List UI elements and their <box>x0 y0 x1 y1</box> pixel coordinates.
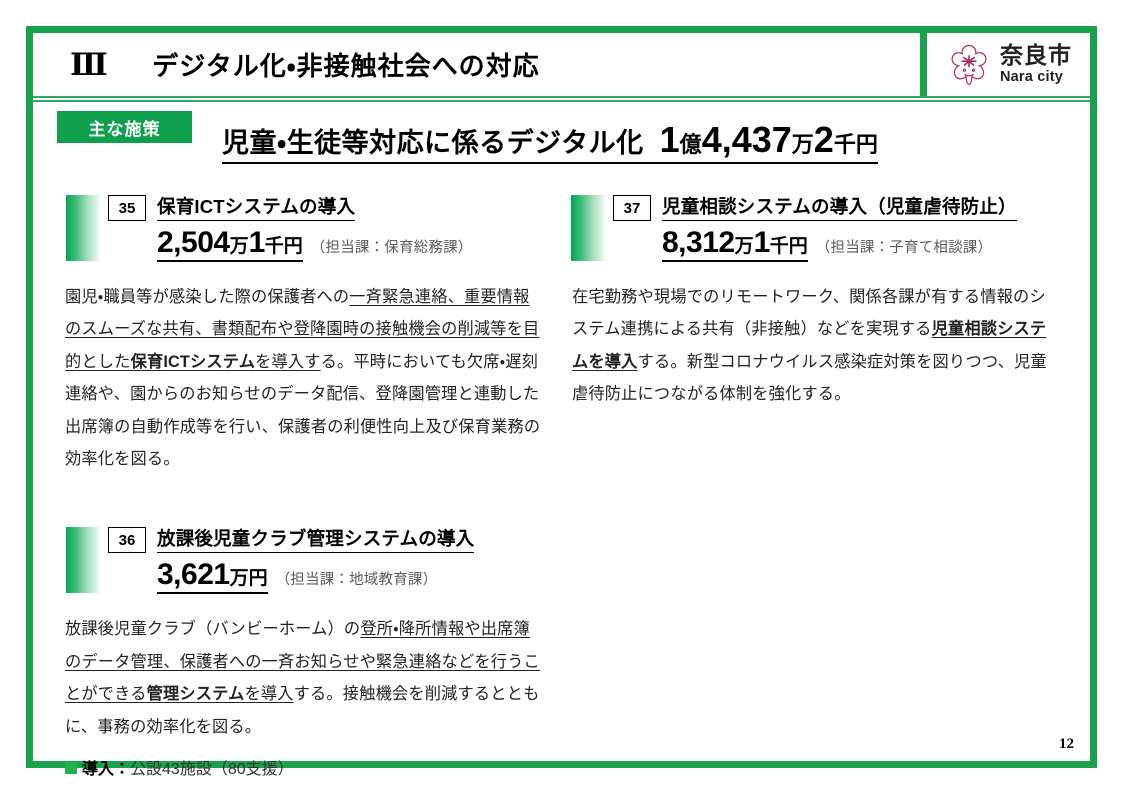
logo-label-jp: 奈良市 <box>1000 42 1072 69</box>
item-amount-num: 2,504 <box>157 226 230 259</box>
item-amount-line: 3,621万円 （担当課：地域教育課） <box>157 559 543 594</box>
item-amount-line: 2,504万1千円 （担当課：保育総務課） <box>157 227 543 262</box>
total-amount-man-unit: 万 <box>791 132 814 157</box>
green-square-bullet-icon <box>65 762 77 775</box>
header-main: Ⅲ デジタル化・非接触社会への対応 <box>33 33 920 96</box>
slide-frame: Ⅲ デジタル化・非接触社会への対応 奈良市 Nara city 主な施策 児童・… <box>26 26 1097 778</box>
item-amount-unit2: 千円 <box>769 236 808 257</box>
item-title: 児童相談システムの導入（児童虐待防止） <box>662 193 1017 221</box>
item-amount-unit1: 万円 <box>229 568 268 590</box>
policy-item-37: 37 児童相談システムの導入（児童虐待防止） 8,312万1千円 （担当課：子育て… <box>562 193 1062 411</box>
header-divider <box>920 33 927 96</box>
header-separator-rule <box>33 96 1090 102</box>
nara-city-logo: 奈良市 Nara city <box>927 33 1090 96</box>
item-amount-unit1: 万 <box>229 236 249 257</box>
item-number-badge: 37 <box>613 195 651 221</box>
item-body-text: 放課後児童クラブ（バンビーホーム）の登所・降所情報や出席簿のデータ管理、保護者へ… <box>65 613 543 743</box>
right-column: 37 児童相談システムの導入（児童虐待防止） 8,312万1千円 （担当課：子育て… <box>562 193 1062 411</box>
total-amount-sen-unit: 千円 <box>833 132 878 157</box>
gradient-accent-bar <box>66 527 101 594</box>
left-column: 35 保育ICTシステムの導入 2,504万1千円 （担当課：保育総務課） 園児・… <box>57 193 543 779</box>
item-header: 36 放課後児童クラブ管理システムの導入 3,621万円 （担当課：地域教育課） <box>57 525 543 597</box>
item-amount: 8,312万1千円 <box>662 227 808 262</box>
body-segment-bold-underlined: 保育ICTシステム <box>130 352 256 371</box>
logo-text: 奈良市 Nara city <box>1000 44 1072 85</box>
note-value: 公設43施設（80支援） <box>130 761 294 779</box>
slide-header: Ⅲ デジタル化・非接触社会への対応 奈良市 Nara city <box>33 33 1090 96</box>
chapter-numeral: Ⅲ <box>70 47 109 82</box>
item-title: 放課後児童クラブ管理システムの導入 <box>157 525 475 554</box>
body-segment: 放課後児童クラブ（バンビーホーム）の <box>65 620 361 639</box>
total-amount-oku-num: 1 <box>659 119 680 160</box>
body-segment: 園児・職員等が感染した際の保護者への <box>65 288 350 306</box>
total-amount-sen-num: 2 <box>813 119 834 160</box>
item-amount-unit2: 千円 <box>264 236 303 257</box>
gradient-accent-bar <box>571 195 606 261</box>
item-amount-num: 8,312 <box>662 226 735 259</box>
item-number-badge: 36 <box>108 527 146 554</box>
item-body-text: 園児・職員等が感染した際の保護者への一斉緊急連絡、重要情報のスムーズな共有、書類… <box>65 281 543 475</box>
page-number: 12 <box>1059 736 1074 752</box>
main-policy-badge: 主な施策 <box>57 111 192 143</box>
item-header: 35 保育ICTシステムの導入 2,504万1千円 （担当課：保育総務課） <box>57 193 543 265</box>
body-segment-underlined-2: を導入 <box>244 685 294 704</box>
body-segment-2: する。新型コロナウイルス感染症対策を図りつつ、児童虐待防止につながる体制を強化す… <box>572 352 1047 404</box>
item-amount-unit1: 万 <box>734 236 754 257</box>
logo-label-en: Nara city <box>1000 69 1064 86</box>
item-amount-line: 8,312万1千円 （担当課：子育て相談課） <box>662 227 1062 262</box>
item-body-text: 在宅勤務や現場でのリモートワーク、関係各課が有する情報のシステム連携による共有（… <box>572 281 1062 411</box>
main-heading: 児童・生徒等対応に係るデジタル化 1億4,437万2千円 <box>222 121 878 164</box>
item-department: （担当課：保育総務課） <box>310 240 473 256</box>
item-amount-num2: 1 <box>248 226 266 259</box>
item-amount-num2: 1 <box>753 226 771 259</box>
item-department: （担当課：子育て相談課） <box>815 240 993 256</box>
item-department: （担当課：地域教育課） <box>275 572 438 589</box>
item-amount-num: 3,621 <box>157 558 230 592</box>
page-title: デジタル化・非接触社会への対応 <box>152 51 540 81</box>
item-title: 保育ICTシステムの導入 <box>157 193 356 221</box>
item-amount: 3,621万円 <box>157 559 268 594</box>
item-amount: 2,504万1千円 <box>157 227 303 262</box>
cherry-blossom-icon <box>945 41 993 89</box>
total-amount-man-num: 4,437 <box>701 119 792 160</box>
policy-item-35: 35 保育ICTシステムの導入 2,504万1千円 （担当課：保育総務課） 園児・… <box>57 193 543 475</box>
main-heading-text: 児童・生徒等対応に係るデジタル化 <box>222 128 644 158</box>
total-amount-oku-unit: 億 <box>679 132 702 157</box>
body-segment-underlined-2: を導入す <box>255 352 321 371</box>
item-header: 37 児童相談システムの導入（児童虐待防止） 8,312万1千円 （担当課：子育て… <box>562 193 1062 265</box>
policy-item-36: 36 放課後児童クラブ管理システムの導入 3,621万円 （担当課：地域教育課） … <box>57 525 543 779</box>
body-segment-bold-underlined: 管理システム <box>146 685 245 704</box>
title-row: 主な施策 児童・生徒等対応に係るデジタル化 1億4,437万2千円 <box>33 111 1090 167</box>
item-note: 導入： 公設43施設（80支援） <box>65 755 543 779</box>
note-label: 導入： <box>82 761 131 779</box>
item-number-badge: 35 <box>108 195 146 221</box>
gradient-accent-bar <box>66 195 101 261</box>
